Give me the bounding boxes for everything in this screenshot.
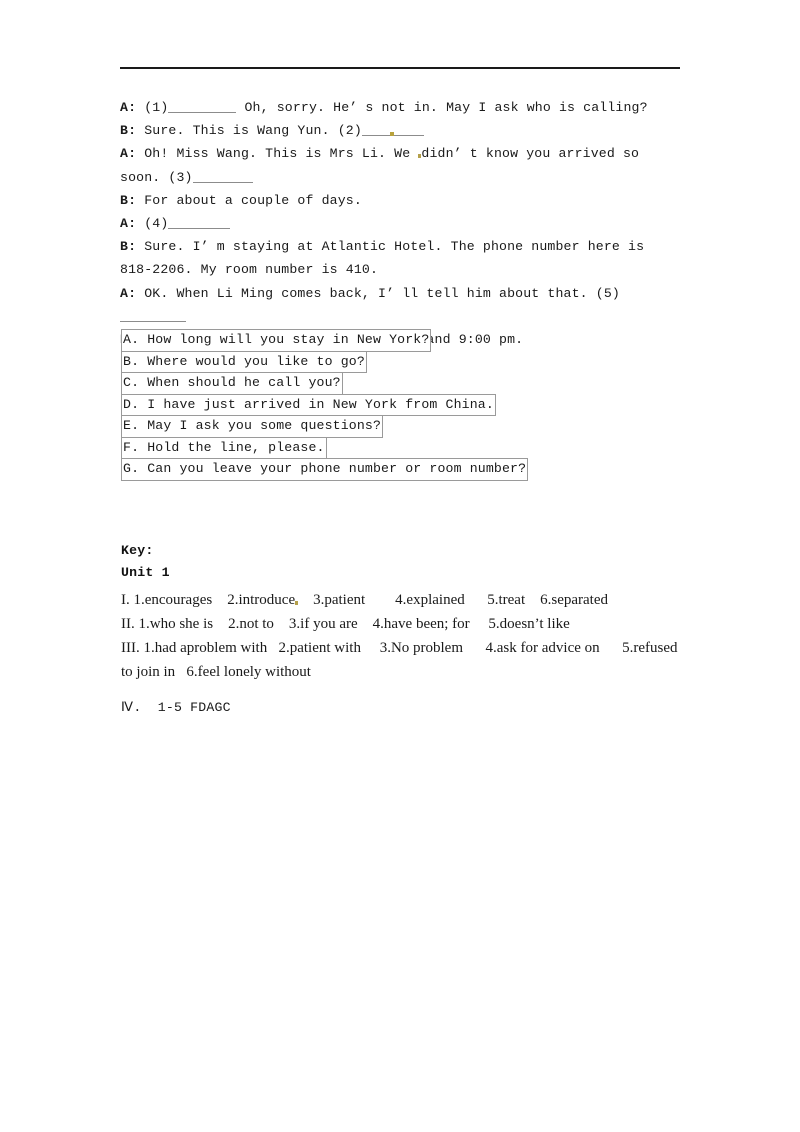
speaker-label: A:	[120, 216, 137, 232]
speaker-label: B:	[120, 123, 137, 139]
speaker-label: A:	[120, 146, 137, 162]
key-unit-label: Unit 1	[121, 565, 170, 580]
header-rule	[120, 67, 680, 69]
speaker-label: A:	[120, 100, 137, 115]
key-section-i-rest: 3.patient 4.explained 5.treat 6.separate…	[298, 592, 609, 608]
dialogue-text: Oh, sorry. He’ s not in. May I ask who i…	[236, 100, 648, 115]
answer-blank-3[interactable]	[192, 169, 253, 183]
option-item-b[interactable]: B. Where would you like to go?	[121, 350, 367, 373]
key-section-iv: Ⅳ. 1-5 FDAGC	[121, 700, 231, 715]
dialogue-text: Oh! Miss Wang. This is Mrs Li. We	[136, 146, 419, 162]
dialogue-line: A: Oh! Miss Wang. This is Mrs Li. We did…	[120, 142, 682, 188]
answer-blank-4[interactable]	[168, 215, 231, 230]
option-item-e[interactable]: E. May I ask you some questions?	[121, 415, 384, 438]
dialogue-text: (1)	[136, 100, 169, 115]
answer-blank-1[interactable]	[168, 99, 237, 113]
key-section-i: I. 1.encourages 2.introduce 3.patient 4.…	[121, 588, 687, 612]
option-item-a[interactable]: A. How long will you stay in New York?	[121, 329, 432, 352]
dialogue-text: Sure. I’ m staying at Atlantic Hotel. Th…	[120, 239, 645, 278]
option-item-d[interactable]: D. I have just arrived in New York from …	[121, 393, 496, 416]
document-page: A: (1) Oh, sorry. He’ s not in. May I as…	[0, 0, 800, 1132]
dialogue-text: Sure. This is Wang Yun. (2)	[136, 123, 362, 139]
options-list: A. How long will you stay in New York? B…	[121, 329, 529, 481]
dialogue-line: A: (4)	[120, 212, 682, 235]
option-item-c[interactable]: C. When should he call you?	[121, 372, 343, 395]
key-section-ii: II. 1.who she is 2.not to 3.if you are 4…	[121, 616, 570, 632]
key-section-iii: III. 1.had aproblem with 2.patient with …	[121, 640, 682, 680]
option-item-g[interactable]: G. Can you leave your phone number or ro…	[121, 458, 529, 481]
dialogue-text: For about a couple of days.	[136, 192, 362, 208]
dialogue-line: B: For about a couple of days.	[120, 189, 682, 212]
key-title: Key:	[121, 543, 154, 558]
dialogue-line: B: Sure. This is Wang Yun. (2)	[120, 119, 682, 142]
dialogue-text: OK. When Li Ming comes back, I’ ll tell …	[136, 285, 620, 301]
option-item-f[interactable]: F. Hold the line, please.	[121, 436, 327, 459]
dialogue-text: (4)	[136, 216, 169, 232]
highlight-mark-icon	[390, 132, 395, 137]
dialogue-block: A: (1) Oh, sorry. He’ s not in. May I as…	[120, 96, 682, 351]
dialogue-line: B: Sure. I’ m staying at Atlantic Hotel.…	[120, 235, 682, 281]
dialogue-line: A: (1) Oh, sorry. He’ s not in. May I as…	[120, 96, 682, 119]
speaker-label: B:	[120, 192, 137, 208]
key-section-i-text: I. 1.encourages 2.introduce	[121, 592, 296, 608]
speaker-label: A:	[120, 285, 137, 301]
answer-blank-2[interactable]	[361, 122, 424, 137]
answer-key-block: Key: Unit 1 I. 1.encourages 2.introduce …	[121, 540, 687, 684]
speaker-label: B:	[120, 239, 137, 255]
answer-blank-5[interactable]	[120, 308, 186, 322]
dialogue-line: A: OK. When Li Ming comes back, I’ ll te…	[120, 282, 682, 328]
